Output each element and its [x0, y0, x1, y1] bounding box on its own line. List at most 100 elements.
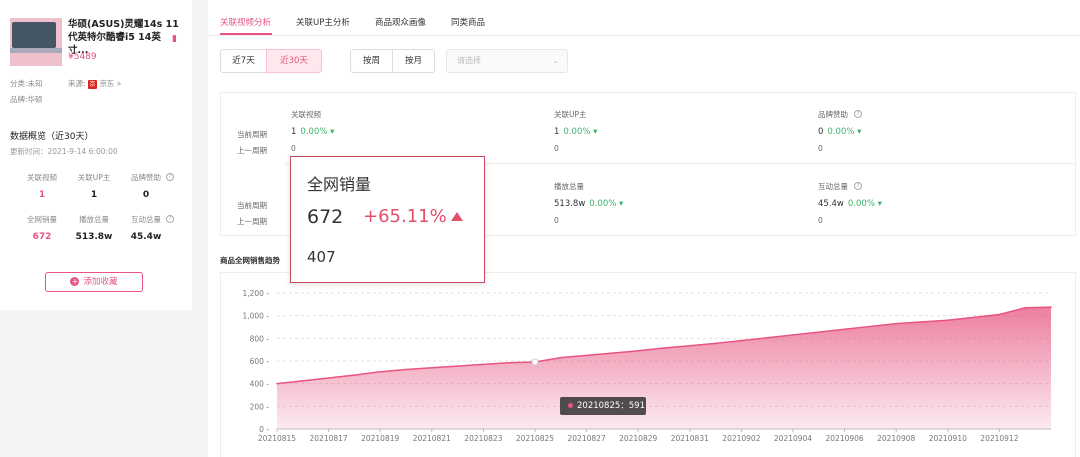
metric-value-row: 513.8w 0.00% ▾ [554, 199, 623, 209]
tab-divider [208, 35, 1080, 36]
metric-value: 0 [818, 127, 824, 137]
x-tick-label: 20210823 [464, 434, 502, 443]
metric-prev: 0 [554, 144, 559, 153]
data-point[interactable] [921, 321, 923, 323]
period-select[interactable]: 请选择 ⌄ [446, 49, 568, 73]
y-tick-label: 600 - [250, 357, 270, 366]
brand-meta: 品牌:华硕 [10, 94, 43, 105]
data-point[interactable] [869, 325, 872, 328]
app-root: 华硕(ASUS)灵耀14s 11代英特尔酷睿i5 14英寸... ▮ ¥5489… [0, 0, 1080, 457]
data-point[interactable] [895, 322, 897, 325]
data-point[interactable] [560, 356, 562, 359]
popup-value: 672 [307, 206, 344, 228]
data-point[interactable] [327, 377, 330, 379]
add-favorite-button[interactable]: + 添加收藏 [45, 272, 143, 292]
popup-title: 全网销量 [307, 175, 372, 194]
data-point[interactable] [843, 328, 846, 331]
y-tick-label: 1,200 - [242, 289, 269, 298]
category-value: 未知 [27, 79, 43, 88]
data-point[interactable] [637, 350, 639, 352]
y-tick-label: 200 - [250, 402, 270, 411]
data-point[interactable] [353, 374, 356, 376]
source-link[interactable]: 京东 » [99, 79, 121, 88]
y-tick-label: 800 - [250, 334, 270, 343]
row1-prev-label: 上一周期 [237, 146, 267, 155]
metric-pct: 0.00% ▾ [847, 199, 882, 209]
metric-prev: 0 [818, 216, 823, 225]
data-point[interactable] [431, 367, 433, 369]
tooltip-text: 20210825：591 [577, 401, 645, 411]
tab-up-analysis[interactable]: 关联UP主分析 [296, 16, 350, 28]
help-icon[interactable]: ? [166, 173, 174, 181]
y-tick-label: 1,000 - [242, 312, 269, 321]
help-icon[interactable]: ? [854, 110, 862, 118]
overview-stat-value: 513.8w [75, 232, 113, 242]
tab-audience-profile[interactable]: 商品观众画像 [375, 16, 426, 28]
data-point[interactable] [405, 368, 407, 371]
data-point[interactable] [585, 354, 588, 357]
range-30-days-button[interactable]: 近30天 [266, 49, 322, 73]
overview-stat-value: 672 [32, 232, 52, 242]
data-point[interactable] [482, 363, 485, 366]
metric-title: 播放总量 [554, 182, 584, 191]
help-icon[interactable]: ? [854, 182, 862, 190]
product-panel: 华硕(ASUS)灵耀14s 11代英特尔酷睿i5 14英寸... ▮ ¥5489… [0, 0, 192, 310]
x-tick-label: 20210831 [671, 434, 709, 443]
data-point[interactable] [792, 334, 794, 336]
data-point[interactable] [456, 365, 459, 367]
data-point[interactable] [508, 361, 511, 364]
overview-stat-value: 0 [142, 190, 150, 200]
data-point[interactable] [689, 344, 691, 347]
metric-pct: 0.00% ▾ [563, 127, 598, 137]
laptop-base-graphic [10, 48, 62, 53]
data-point[interactable] [1024, 306, 1026, 309]
metric-prev: 0 [291, 144, 296, 153]
row2-current-label: 当前周期 [237, 201, 267, 210]
sales-popup: 全网销量 672 +65.11% 407 [290, 156, 485, 283]
metric-prev: 0 [554, 216, 559, 225]
data-point[interactable] [302, 380, 304, 382]
data-point[interactable] [714, 342, 717, 345]
data-point[interactable] [663, 347, 665, 349]
data-point[interactable] [1050, 306, 1052, 308]
bookmark-icon[interactable]: ▮ [172, 34, 177, 44]
by-week-button[interactable]: 按周 [350, 49, 393, 73]
product-price: ¥5489 [68, 52, 97, 62]
highlighted-data-point[interactable] [531, 358, 539, 366]
data-point[interactable] [379, 370, 381, 373]
x-tick-label: 20210827 [568, 434, 606, 443]
metric-value: 1 [291, 127, 297, 137]
overview-stat-label: 关联视频 [27, 173, 57, 182]
source-meta: 来源: 京 京东 » [68, 78, 121, 89]
data-point[interactable] [818, 331, 820, 333]
x-tick-label: 20210912 [980, 434, 1018, 443]
overview-stat-value: 1 [90, 190, 98, 200]
data-point[interactable] [276, 382, 278, 385]
tooltip-dot [568, 403, 573, 408]
overview-stat-label: 互动总量 [131, 215, 161, 224]
data-point[interactable] [740, 339, 743, 342]
range-7-days-button[interactable]: 近7天 [220, 49, 267, 73]
metric-pct: 0.00% ▾ [300, 127, 335, 137]
metric-value: 1 [554, 127, 560, 137]
tab-video-analysis[interactable]: 关联视频分析 [220, 16, 271, 28]
metric-value: 513.8w [554, 199, 586, 209]
x-tick-label: 20210906 [826, 434, 864, 443]
tab-similar-products[interactable]: 同类商品 [451, 16, 485, 28]
data-point[interactable] [611, 352, 614, 354]
y-tick-label: 0 - [259, 425, 269, 434]
overview-stat-label: 播放总量 [79, 215, 109, 224]
product-thumbnail[interactable] [10, 18, 62, 66]
x-tick-label: 20210817 [310, 434, 348, 443]
chevron-down-icon: ⌄ [552, 56, 559, 65]
data-point[interactable] [972, 316, 975, 319]
x-tick-label: 20210821 [413, 434, 451, 443]
period-select-placeholder: 请选择 [457, 56, 481, 65]
data-point[interactable] [947, 319, 949, 321]
help-icon[interactable]: ? [166, 215, 174, 223]
data-point[interactable] [998, 313, 1001, 316]
overview-stat-label: 关联UP主 [77, 173, 111, 182]
by-month-button[interactable]: 按月 [392, 49, 435, 73]
data-point[interactable] [766, 336, 768, 339]
metric-pct: 0.00% ▾ [827, 127, 862, 137]
